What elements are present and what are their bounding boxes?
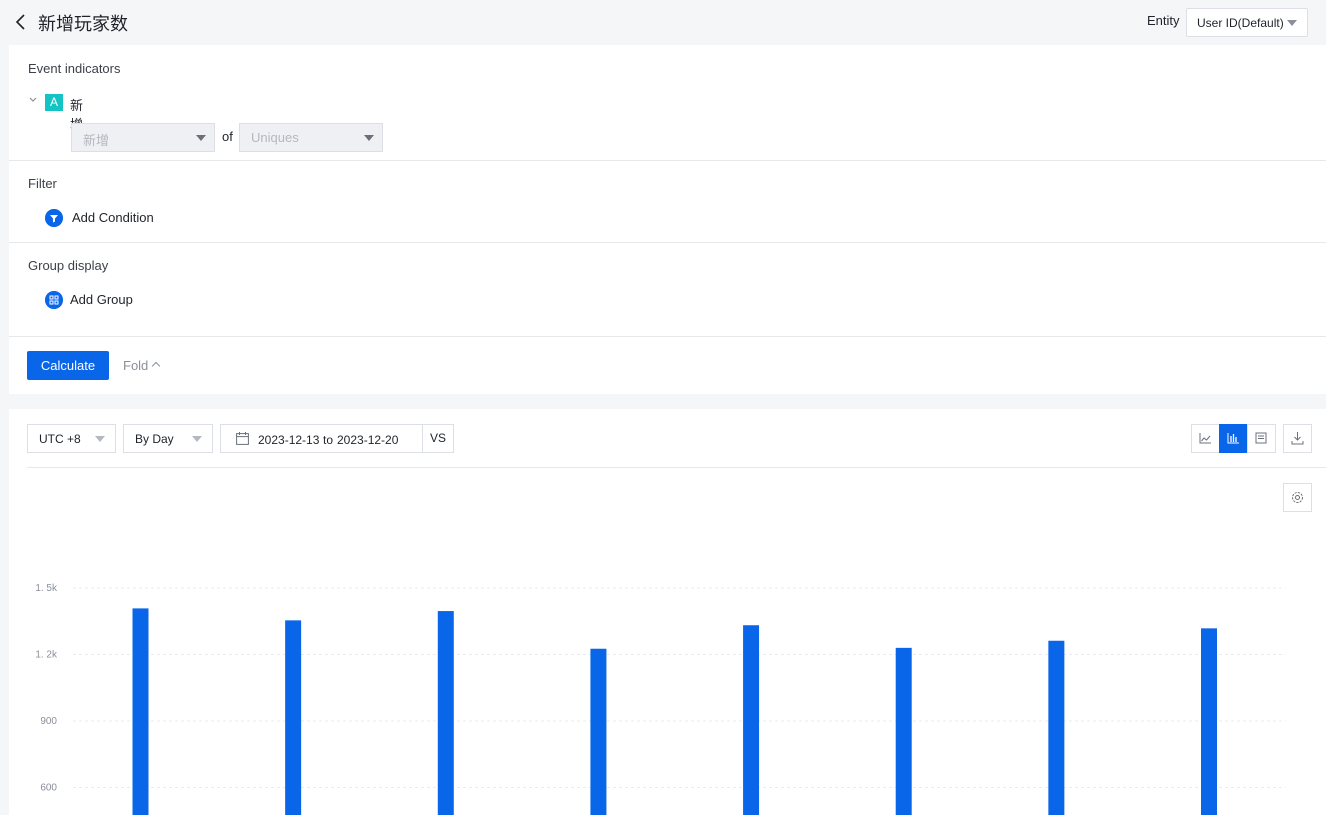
chevron-up-icon bbox=[152, 361, 161, 371]
filter-label: Filter bbox=[28, 176, 57, 191]
caret-down-icon bbox=[364, 135, 374, 141]
event-indicators-label: Event indicators bbox=[28, 61, 121, 76]
add-group-button[interactable]: Add Group bbox=[70, 292, 133, 307]
back-arrow-icon[interactable] bbox=[12, 11, 30, 33]
calculate-button[interactable]: Calculate bbox=[27, 351, 109, 380]
bar-2023-12-16[interactable] bbox=[590, 648, 607, 815]
chart-panel: UTC +8 By Day 2023-12-13 to 2023-12-20 V… bbox=[9, 409, 1326, 815]
metric-select[interactable]: Uniques bbox=[239, 123, 383, 152]
caret-down-icon bbox=[196, 135, 206, 141]
add-condition-button[interactable]: Add Condition bbox=[72, 210, 154, 225]
bar-2023-12-20[interactable] bbox=[1201, 628, 1217, 815]
top-bar: 新增玩家数 Entity User ID(Default) bbox=[0, 0, 1326, 45]
indicator-badge: A bbox=[45, 94, 63, 111]
y-tick-label: 600 bbox=[40, 783, 57, 794]
fold-button[interactable]: Fold bbox=[123, 358, 161, 373]
filter-icon[interactable] bbox=[45, 209, 63, 227]
divider bbox=[9, 336, 1326, 337]
caret-down-icon bbox=[1287, 20, 1297, 26]
bar-2023-12-14[interactable] bbox=[285, 620, 302, 815]
bar-2023-12-19[interactable] bbox=[1048, 640, 1065, 815]
metric-select-value: Uniques bbox=[251, 130, 299, 145]
event-select[interactable]: 新增 bbox=[71, 123, 215, 152]
of-text: of bbox=[222, 129, 233, 144]
bar-2023-12-18[interactable] bbox=[895, 647, 912, 815]
divider bbox=[9, 160, 1326, 161]
event-select-value: 新增 bbox=[83, 134, 110, 149]
query-panel: Event indicators A 新增 新增 of Uniques Filt… bbox=[9, 45, 1326, 394]
page-title: 新增玩家数 bbox=[38, 14, 128, 35]
group-icon[interactable] bbox=[45, 291, 63, 309]
group-display-label: Group display bbox=[28, 258, 109, 273]
bar-2023-12-13[interactable] bbox=[132, 608, 149, 815]
entity-select-value: User ID(Default) bbox=[1197, 16, 1284, 30]
y-tick-label: 900 bbox=[40, 716, 57, 727]
collapse-chevron-icon[interactable] bbox=[29, 96, 37, 104]
y-tick-label: 1. 5k bbox=[35, 583, 58, 594]
y-tick-label: 1. 2k bbox=[35, 650, 58, 661]
bar-2023-12-17[interactable] bbox=[743, 625, 760, 815]
fold-label: Fold bbox=[123, 358, 149, 373]
divider bbox=[9, 242, 1326, 243]
entity-label: Entity bbox=[1147, 13, 1180, 28]
bar-chart: 600 900 1. 2k 1. 5k bbox=[35, 583, 1286, 815]
bar-2023-12-15[interactable] bbox=[437, 611, 454, 815]
entity-select[interactable]: User ID(Default) bbox=[1186, 8, 1308, 37]
